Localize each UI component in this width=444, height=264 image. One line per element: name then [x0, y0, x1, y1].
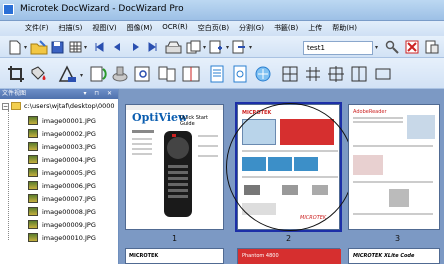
prev-page-icon[interactable] [111, 40, 123, 54]
menu-scan[interactable]: 扫描(S) [54, 21, 88, 36]
title-bar: Microtek DocWizard - DocWizard Pro [0, 0, 444, 21]
panel-header: 文件视图 ▾ ⊓ ✕ [0, 89, 118, 99]
thumbnail-workspace: OptiView Quick Start Guide 1 MICROTEK MI… [120, 89, 444, 264]
first-page-icon[interactable] [93, 40, 105, 54]
tree-file-item[interactable]: image00009.JPG [28, 220, 96, 229]
image-file-icon [28, 194, 38, 203]
image-file-icon [28, 207, 38, 216]
tree-file-item[interactable]: image00008.JPG [28, 207, 96, 216]
panel-title: 文件视图 [2, 90, 27, 97]
new-document-icon[interactable] [8, 39, 22, 55]
image-file-icon [28, 155, 38, 164]
remote-control-image [164, 131, 192, 217]
page-split-icon[interactable] [157, 64, 177, 84]
insert-page-icon[interactable] [208, 39, 224, 55]
image-insert-icon[interactable] [133, 64, 153, 84]
menu-bookmark[interactable]: 书籤(B) [269, 21, 303, 36]
tree-root-folder[interactable]: − c:\users\wjtaf\desktop\0000 [2, 102, 115, 110]
tree-file-item[interactable]: image00007.JPG [28, 194, 96, 203]
image-file-icon [28, 129, 38, 138]
app-icon [3, 4, 14, 15]
stamp-icon[interactable] [110, 64, 130, 84]
thumb-1-title: Quick Start Guide [180, 115, 208, 127]
page-number-2: 2 [286, 234, 292, 243]
thumb-6-header: MICROTEK XLite Code [353, 253, 415, 259]
menu-blank-page[interactable]: 空白页(B) [193, 21, 234, 36]
image-file-icon [28, 116, 38, 125]
page-merge-icon[interactable] [181, 64, 201, 84]
thumb-4-header: MICROTEK [129, 253, 159, 259]
rotate-page-icon[interactable] [87, 64, 109, 84]
page-setup-icon[interactable] [424, 39, 440, 55]
menu-file[interactable]: 文件(F) [20, 21, 54, 36]
menu-split[interactable]: 分割(G) [234, 21, 269, 36]
image-file-icon [28, 142, 38, 151]
tree-file-item[interactable]: image00001.JPG [28, 116, 96, 125]
page-number-3: 3 [395, 234, 401, 243]
page-thumbnail-6[interactable]: MICROTEK XLite Code [348, 248, 440, 264]
tree-file-item[interactable]: image00010.JPG [28, 233, 96, 242]
scanner-icon[interactable] [164, 39, 182, 55]
tree-file-item[interactable]: image00006.JPG [28, 181, 96, 190]
color-adjust-icon[interactable] [57, 64, 79, 84]
layout-3-icon[interactable] [326, 64, 346, 84]
menu-bar: 文件(F) 扫描(S) 视图(V) 图像(M) OCR(R) 空白页(B) 分割… [0, 21, 444, 36]
tree-file-item[interactable]: image00004.JPG [28, 155, 96, 164]
image-file-icon [28, 168, 38, 177]
page-thumbnail-4[interactable]: MICROTEK [125, 248, 224, 264]
root-path-label: c:\users\wjtaf\desktop\0000 [24, 102, 115, 110]
edit-toolbar: ▾ [0, 58, 444, 89]
menu-ocr[interactable]: OCR(R) [157, 21, 193, 36]
main-toolbar: ▾ ▾ ▾ ▾ ▾ ▾ [0, 36, 444, 58]
next-page-icon[interactable] [130, 40, 142, 54]
magnifier-circle [226, 103, 354, 231]
paint-fill-icon[interactable] [29, 64, 51, 84]
layout-5-icon[interactable] [373, 64, 393, 84]
export-page-icon[interactable] [231, 39, 247, 55]
document-name-input[interactable] [303, 41, 373, 55]
tree-file-item[interactable]: image00003.JPG [28, 142, 96, 151]
search-icon[interactable] [384, 39, 400, 55]
tree-file-item[interactable]: image00002.JPG [28, 129, 96, 138]
tree-file-item[interactable]: image00005.JPG [28, 168, 96, 177]
page-thumbnail-5[interactable]: Phantom 4800 [237, 248, 341, 264]
page-number-1: 1 [172, 234, 178, 243]
grid-view-icon[interactable] [68, 39, 82, 55]
ocr-text-icon[interactable] [230, 64, 250, 84]
folder-icon [11, 102, 21, 110]
page-thumbnail-3[interactable]: AdobeReader [348, 104, 440, 230]
thumb-5-header: Phantom 4800 [242, 253, 279, 259]
window-title: Microtek DocWizard - DocWizard Pro [20, 4, 184, 14]
image-file-icon [28, 233, 38, 242]
menu-image[interactable]: 图像(M) [122, 21, 158, 36]
page-thumbnail-1[interactable]: OptiView Quick Start Guide [125, 104, 224, 230]
menu-view[interactable]: 视图(V) [87, 21, 121, 36]
delete-icon[interactable] [404, 39, 420, 55]
image-file-icon [28, 181, 38, 190]
layout-1-icon[interactable] [280, 64, 300, 84]
cloud-upload-icon[interactable] [253, 64, 273, 84]
layout-2-icon[interactable] [303, 64, 323, 84]
save-icon[interactable] [50, 39, 64, 55]
copy-pages-icon[interactable] [185, 39, 201, 55]
crop-icon[interactable] [6, 64, 26, 84]
layout-4-icon[interactable] [349, 64, 369, 84]
image-file-icon [28, 220, 38, 229]
thumb-3-header: AdobeReader [353, 109, 387, 115]
open-folder-icon[interactable] [30, 39, 48, 55]
menu-help[interactable]: 帮助(H) [327, 21, 362, 36]
collapse-icon[interactable]: − [2, 102, 9, 110]
last-page-icon[interactable] [147, 40, 159, 54]
menu-upload[interactable]: 上传 [303, 21, 327, 36]
file-view-panel: 文件视图 ▾ ⊓ ✕ − c:\users\wjtaf\desktop\0000… [0, 89, 119, 264]
ocr-doc-icon[interactable] [207, 64, 227, 84]
panel-controls[interactable]: ▾ ⊓ ✕ [83, 89, 115, 99]
